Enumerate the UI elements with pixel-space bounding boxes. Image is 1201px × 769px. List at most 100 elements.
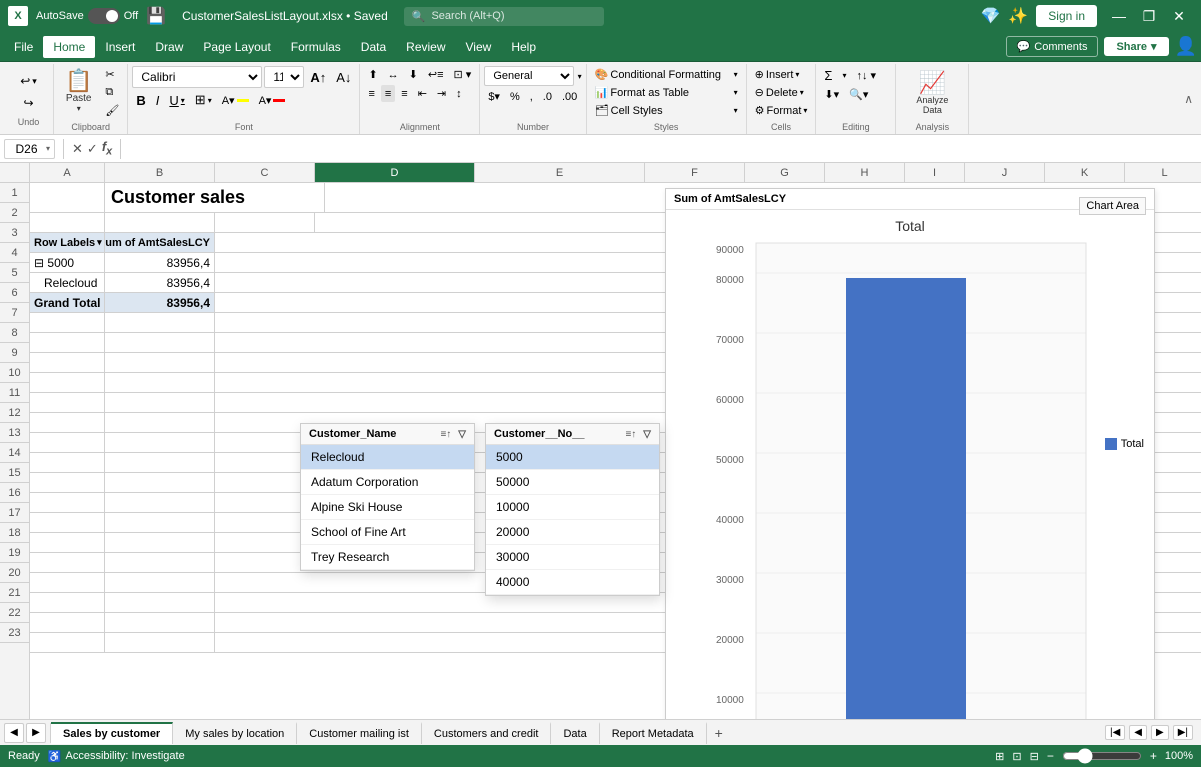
cell-A14[interactable] — [30, 453, 105, 473]
ribbon-expand-button[interactable]: ∧ — [1184, 92, 1193, 106]
cell-A15[interactable] — [30, 473, 105, 493]
cell-styles-button[interactable]: 🗂 Cell Styles ▾ — [591, 102, 742, 119]
insert-function-icon[interactable]: fx — [102, 139, 112, 158]
dropdown-item-5000[interactable]: 5000 — [486, 445, 659, 470]
cell-B21[interactable] — [105, 593, 215, 613]
row-num-11[interactable]: 11 — [0, 383, 29, 403]
view-layout-icon[interactable]: ⊡ — [1012, 750, 1021, 763]
menu-file[interactable]: File — [4, 36, 43, 58]
row-num-6[interactable]: 6 — [0, 283, 29, 303]
cell-A7[interactable] — [30, 313, 105, 333]
cell-B8[interactable] — [105, 333, 215, 353]
row-num-19[interactable]: 19 — [0, 543, 29, 563]
row-num-4[interactable]: 4 — [0, 243, 29, 263]
autosave-toggle[interactable] — [88, 8, 120, 24]
cell-B23[interactable] — [105, 633, 215, 653]
cell-ref-arrow[interactable]: ▾ — [46, 144, 50, 153]
row-num-3[interactable]: 3 — [0, 223, 29, 243]
share-button[interactable]: Share ▾ — [1104, 37, 1168, 56]
row-num-1[interactable]: 1 — [0, 183, 29, 203]
undo-button[interactable]: ↩ ▾ — [15, 71, 42, 91]
col-header-L[interactable]: L — [1125, 163, 1201, 182]
menu-insert[interactable]: Insert — [95, 36, 145, 58]
fill-button[interactable]: ⬇▾ — [820, 86, 843, 103]
dropdown-item-40000[interactable]: 40000 — [486, 570, 659, 595]
minimize-button[interactable]: — — [1105, 2, 1133, 30]
cell-B16[interactable] — [105, 493, 215, 513]
col-header-A[interactable]: A — [30, 163, 105, 182]
redo-button[interactable]: ↪ — [18, 93, 38, 113]
col-header-C[interactable]: C — [215, 163, 315, 182]
bold-button[interactable]: B — [132, 91, 149, 110]
row-num-14[interactable]: 14 — [0, 443, 29, 463]
menu-view[interactable]: View — [456, 36, 502, 58]
cancel-formula-icon[interactable]: ✕ — [72, 141, 83, 157]
view-normal-icon[interactable]: ⊞ — [995, 750, 1004, 763]
cell-A10[interactable] — [30, 373, 105, 393]
border-button[interactable]: ⊞ ▾ — [191, 90, 216, 110]
row-num-8[interactable]: 8 — [0, 323, 29, 343]
col-header-F[interactable]: F — [645, 163, 745, 182]
row-num-10[interactable]: 10 — [0, 363, 29, 383]
col-header-G[interactable]: G — [745, 163, 825, 182]
increase-font-button[interactable]: A↑ — [306, 68, 330, 87]
col-header-B[interactable]: B — [105, 163, 215, 182]
menu-draw[interactable]: Draw — [145, 36, 193, 58]
tab-customer-mailing[interactable]: Customer mailing ist — [297, 722, 422, 744]
cell-B9[interactable] — [105, 353, 215, 373]
delete-cells-button[interactable]: ⊖ Delete ▾ — [751, 84, 808, 101]
maximize-button[interactable]: ❐ — [1135, 2, 1163, 30]
underline-button[interactable]: U ▾ — [165, 91, 188, 110]
row-labels-filter-icon[interactable]: ▾ — [97, 237, 102, 248]
tab-data[interactable]: Data — [551, 722, 599, 744]
analyze-data-button[interactable]: 📈 Analyze Data — [900, 68, 964, 118]
row-num-16[interactable]: 16 — [0, 483, 29, 503]
view-pagebreak-icon[interactable]: ⊟ — [1030, 750, 1039, 763]
tab-customers-credit[interactable]: Customers and credit — [422, 722, 552, 744]
cell-A22[interactable] — [30, 613, 105, 633]
confirm-formula-icon[interactable]: ✓ — [87, 141, 98, 157]
font-color-button[interactable]: A▾ — [255, 92, 290, 109]
cell-A23[interactable] — [30, 633, 105, 653]
search-box[interactable]: 🔍 Search (Alt+Q) — [404, 7, 604, 26]
cell-A19[interactable] — [30, 553, 105, 573]
row-num-9[interactable]: 9 — [0, 343, 29, 363]
font-name-select[interactable]: Calibri — [132, 66, 262, 88]
cell-A13[interactable] — [30, 433, 105, 453]
fill-color-button[interactable]: A▾ — [218, 92, 253, 109]
cell-A2[interactable] — [30, 213, 105, 233]
increase-decimal-button[interactable]: .00 — [558, 89, 581, 105]
cell-A1[interactable] — [30, 183, 105, 213]
menu-data[interactable]: Data — [351, 36, 396, 58]
find-replace-button[interactable]: 🔍▾ — [845, 86, 872, 103]
tab-scroll-right[interactable]: ▶ — [26, 723, 46, 743]
cell-B20[interactable] — [105, 573, 215, 593]
cell-B12[interactable] — [105, 413, 215, 433]
decrease-decimal-button[interactable]: .0 — [539, 89, 556, 105]
menu-pagelayout[interactable]: Page Layout — [193, 36, 280, 58]
add-sheet-button[interactable]: + — [707, 721, 731, 745]
row-num-12[interactable]: 12 — [0, 403, 29, 423]
cell-C2[interactable] — [215, 213, 315, 233]
row-num-22[interactable]: 22 — [0, 603, 29, 623]
row-num-7[interactable]: 7 — [0, 303, 29, 323]
tab-scroll-prev[interactable]: ◀ — [1129, 725, 1147, 740]
col-header-K[interactable]: K — [1045, 163, 1125, 182]
menu-help[interactable]: Help — [501, 36, 546, 58]
cell-A21[interactable] — [30, 593, 105, 613]
zoom-out-icon[interactable]: − — [1047, 749, 1054, 763]
dropdown-item-30000[interactable]: 30000 — [486, 545, 659, 570]
cell-A5[interactable]: Relecloud — [30, 273, 105, 293]
dropdown-item-trey[interactable]: Trey Research — [301, 545, 474, 570]
filter-icon-custname[interactable]: ▽ — [458, 429, 466, 440]
tab-scroll-next[interactable]: ▶ — [1151, 725, 1169, 740]
decrease-font-button[interactable]: A↓ — [332, 68, 355, 87]
tab-my-sales-by-location[interactable]: My sales by location — [173, 722, 297, 744]
conditional-formatting-button[interactable]: 🎨 Conditional Formatting ▾ — [591, 66, 742, 83]
row-num-5[interactable]: 5 — [0, 263, 29, 283]
bar-relecloud[interactable] — [846, 278, 966, 719]
cell-A8[interactable] — [30, 333, 105, 353]
align-left-button[interactable]: ≡ — [364, 85, 378, 102]
format-as-table-button[interactable]: 📊 Format as Table ▾ — [591, 84, 742, 101]
cell-B22[interactable] — [105, 613, 215, 633]
